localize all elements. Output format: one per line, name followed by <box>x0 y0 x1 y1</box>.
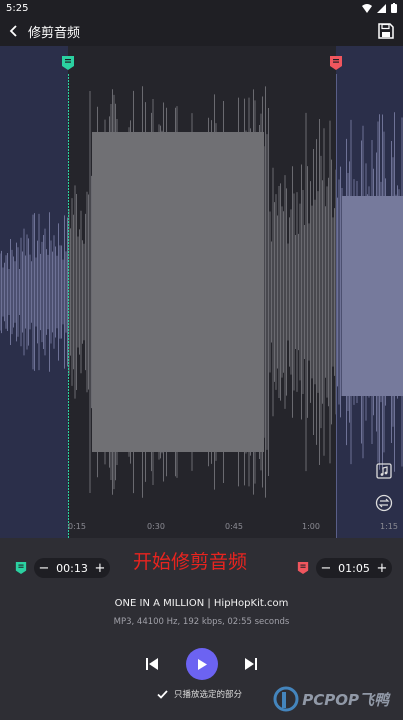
page-title: 修剪音频 <box>28 25 81 41</box>
back-button[interactable] <box>0 16 28 46</box>
swap-icon[interactable] <box>375 494 393 512</box>
only-play-selected-label: 只播放选定的部分 <box>174 690 243 700</box>
battery-icon <box>391 3 397 13</box>
watermark-text: PCPOP飞鸭 <box>302 690 389 709</box>
status-bar: 5:25 <box>0 0 403 16</box>
back-arrow-icon <box>9 25 17 37</box>
play-button[interactable] <box>186 648 218 680</box>
overlay-caption: 开始修剪音频 <box>133 551 248 573</box>
tick-label: 0:30 <box>147 522 165 531</box>
only-play-selected-option[interactable]: 只播放选定的部分 <box>157 688 242 700</box>
start-time-minus-button[interactable]: − <box>34 561 54 576</box>
music-file-icon[interactable] <box>375 462 393 480</box>
next-icon[interactable] <box>243 656 259 672</box>
start-time-value[interactable]: 00:13 <box>54 562 90 575</box>
track-meta: MP3, 44100 Hz, 192 kbps, 02:55 seconds <box>113 617 290 627</box>
play-icon <box>198 658 207 670</box>
control-panel: − 00:13 + 开始修剪音频 − 01:05 + ONE IN A MILL… <box>0 538 403 720</box>
waveform[interactable] <box>0 46 403 538</box>
end-time-icon <box>297 562 309 574</box>
wifi-icon <box>362 3 372 13</box>
start-time-icon <box>15 562 27 574</box>
waveform-core <box>92 132 264 452</box>
signal-icon <box>377 3 386 13</box>
checkmark-icon[interactable] <box>157 689 168 699</box>
watermark: PCPOP飞鸭 <box>273 686 389 712</box>
start-time-plus-button[interactable]: + <box>90 561 110 576</box>
end-marker-icon[interactable] <box>329 55 343 71</box>
waveform-core-right <box>342 196 403 396</box>
tick-label: 0:45 <box>225 522 243 531</box>
end-time-stepper: − 01:05 + <box>316 558 392 578</box>
watermark-logo-icon <box>273 686 299 712</box>
end-time-minus-button[interactable]: − <box>316 561 336 576</box>
waveform-editor[interactable] <box>0 46 403 538</box>
save-icon[interactable] <box>377 22 395 40</box>
start-marker-icon[interactable] <box>61 55 75 71</box>
time-ruler: 0:15 0:30 0:45 1:00 1:15 <box>0 514 403 538</box>
end-time-value[interactable]: 01:05 <box>336 562 372 575</box>
previous-icon[interactable] <box>144 656 160 672</box>
app-bar: 修剪音频 <box>0 16 403 46</box>
player-controls <box>0 648 403 682</box>
tick-label: 0:15 <box>68 522 86 531</box>
status-icons <box>362 3 397 13</box>
status-time: 5:25 <box>6 2 29 14</box>
track-title: ONE IN A MILLION | HipHopKit.com <box>114 598 289 609</box>
tick-label: 1:15 <box>380 522 398 531</box>
start-time-stepper: − 00:13 + <box>34 558 110 578</box>
end-time-plus-button[interactable]: + <box>372 561 392 576</box>
tick-label: 1:00 <box>302 522 320 531</box>
